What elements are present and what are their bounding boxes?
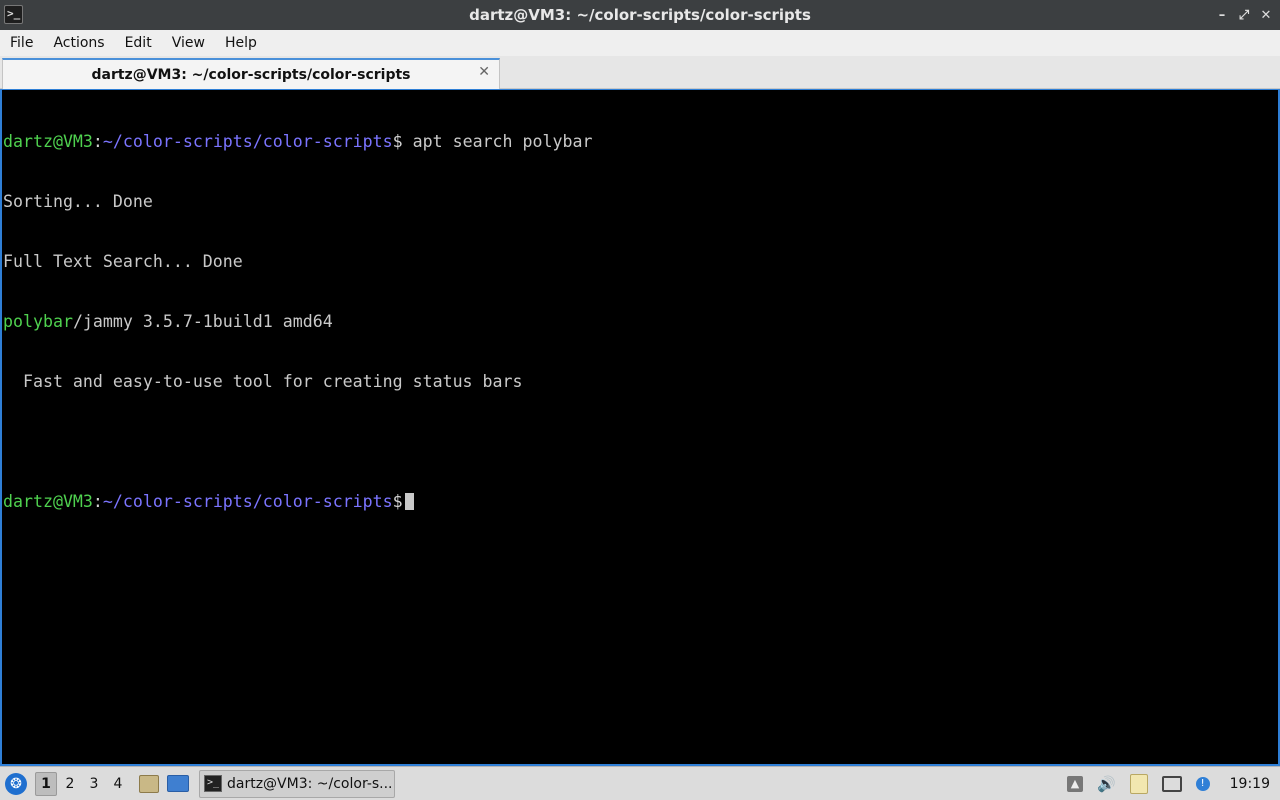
eject-icon[interactable]: ▲	[1066, 775, 1083, 792]
task-label: dartz@VM3: ~/color-s...	[227, 775, 393, 792]
menu-bar: File Actions Edit View Help	[0, 30, 1280, 56]
prompt-colon: :	[92, 492, 103, 511]
prompt-colon: :	[92, 132, 103, 151]
menu-file[interactable]: File	[0, 30, 43, 56]
tab-bar: dartz@VM3: ~/color-scripts/color-scripts…	[0, 56, 1280, 89]
terminal-line-command: dartz@VM3:~/color-scripts/color-scripts$…	[3, 132, 1278, 152]
network-icon[interactable]	[1161, 775, 1182, 792]
terminal-line-output: Sorting... Done	[3, 192, 153, 211]
package-name: polybar	[3, 312, 73, 331]
window-controls: – ⤢ ✕	[1216, 0, 1272, 30]
terminal-icon: >_	[204, 775, 222, 792]
terminal-line-output: Full Text Search... Done	[3, 252, 243, 271]
prompt-user-host: dartz@VM3	[3, 132, 93, 151]
menu-edit[interactable]: Edit	[115, 30, 162, 56]
tab-close-icon[interactable]: ✕	[478, 64, 490, 80]
clipboard-icon[interactable]	[1129, 773, 1148, 794]
volume-icon[interactable]: 🔊	[1097, 775, 1116, 793]
workspace-4[interactable]: 4	[107, 772, 129, 796]
file-manager-icon[interactable]	[139, 774, 159, 793]
menu-help[interactable]: Help	[215, 30, 267, 56]
terminal-line-description: Fast and easy-to-use tool for creating s…	[3, 372, 523, 391]
maximize-button[interactable]: ⤢	[1238, 8, 1250, 23]
terminal-app-icon[interactable]: >_	[4, 5, 23, 24]
workspace-1[interactable]: 1	[35, 771, 57, 796]
minimize-button[interactable]: –	[1216, 8, 1228, 23]
prompt-user-host: dartz@VM3	[3, 492, 93, 511]
window-title: dartz@VM3: ~/color-scripts/color-scripts	[469, 6, 811, 24]
terminal-output[interactable]: dartz@VM3:~/color-scripts/color-scripts$…	[0, 89, 1280, 766]
start-menu-icon[interactable]: ❂	[5, 772, 27, 795]
text-cursor	[404, 493, 414, 510]
prompt-symbol: $	[392, 492, 403, 511]
menu-view[interactable]: View	[162, 30, 215, 56]
taskbar: ❂ 1 2 3 4 >_ dartz@VM3: ~/color-s... ▲ 🔊…	[0, 766, 1280, 800]
workspace-3[interactable]: 3	[83, 772, 105, 796]
taskbar-task-terminal[interactable]: >_ dartz@VM3: ~/color-s...	[199, 769, 395, 798]
window-titlebar[interactable]: >_ dartz@VM3: ~/color-scripts/color-scri…	[0, 0, 1280, 30]
workspace-2[interactable]: 2	[59, 772, 81, 796]
tab-label: dartz@VM3: ~/color-scripts/color-scripts	[91, 66, 411, 83]
tab-terminal[interactable]: dartz@VM3: ~/color-scripts/color-scripts…	[2, 58, 500, 89]
terminal-line-package: polybar/jammy 3.5.7-1build1 amd64	[3, 312, 1278, 332]
close-button[interactable]: ✕	[1260, 8, 1272, 23]
show-desktop-icon[interactable]	[167, 775, 189, 792]
clock[interactable]: 19:19	[1230, 776, 1270, 792]
prompt-path: ~/color-scripts/color-scripts	[102, 492, 393, 511]
update-notifier-icon[interactable]: !	[1195, 776, 1210, 791]
prompt-symbol: $	[392, 132, 403, 151]
command-text: apt search polybar	[402, 132, 593, 151]
menu-actions[interactable]: Actions	[43, 30, 114, 56]
package-version: /jammy 3.5.7-1build1 amd64	[72, 312, 333, 331]
prompt-path: ~/color-scripts/color-scripts	[102, 132, 393, 151]
system-tray: ▲ 🔊 ! 19:19	[1066, 773, 1270, 794]
terminal-line-prompt: dartz@VM3:~/color-scripts/color-scripts$	[3, 492, 1278, 512]
